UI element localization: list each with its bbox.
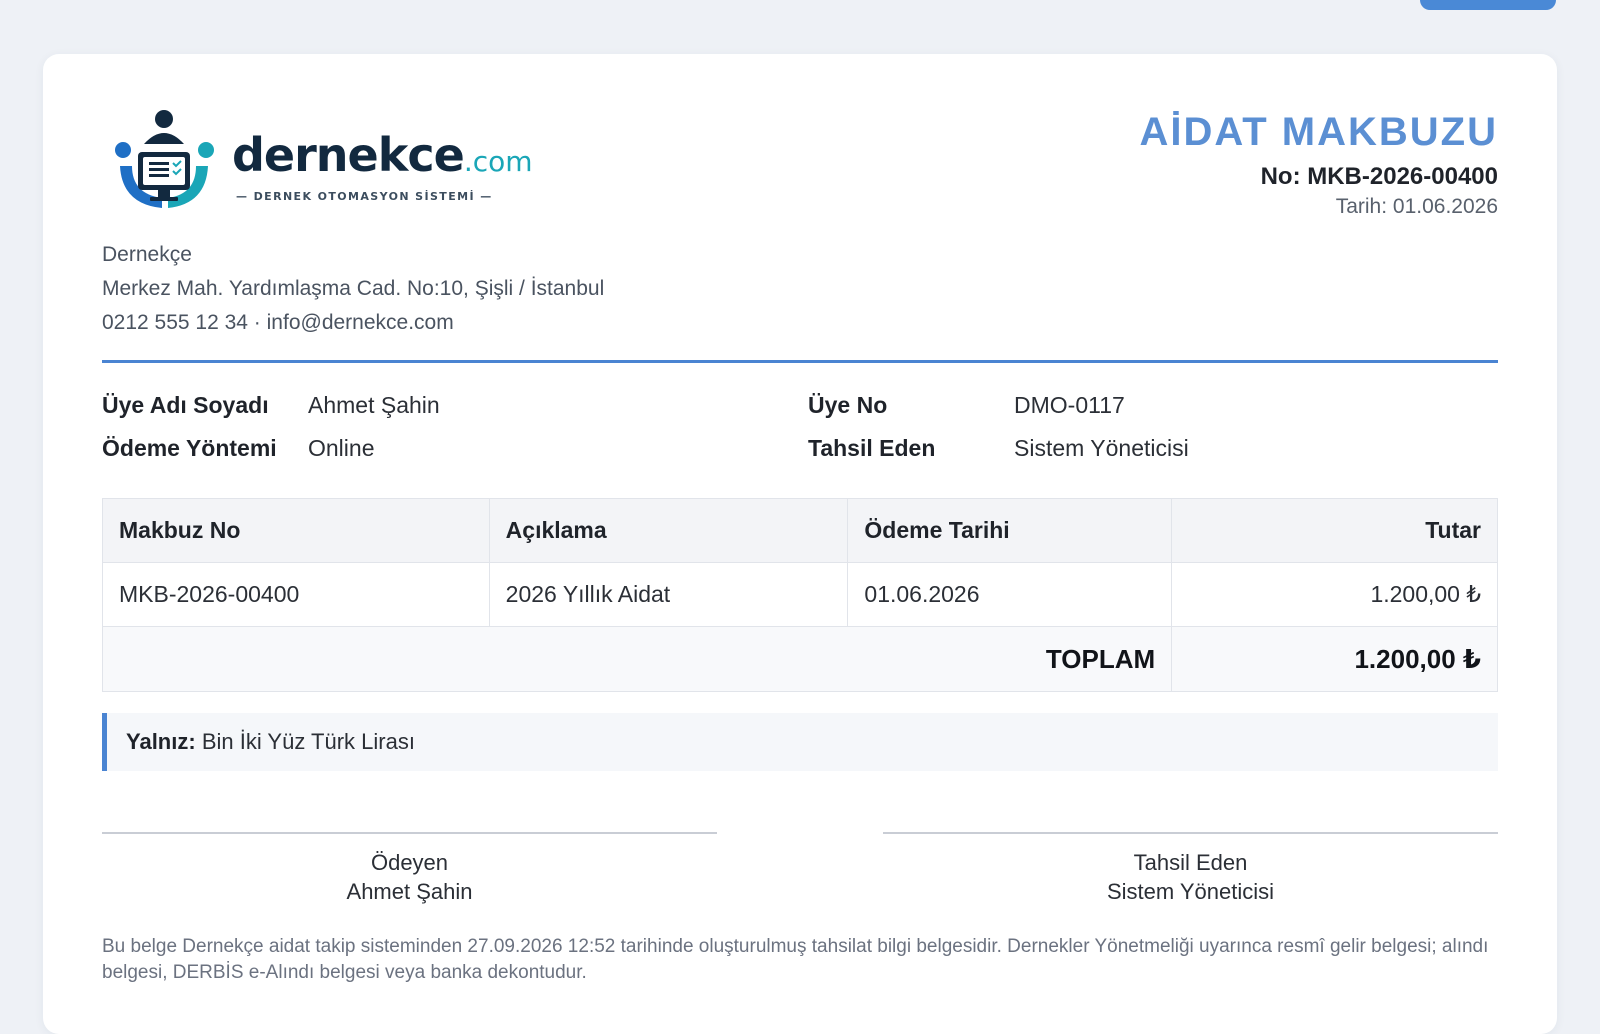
column-header-payment-date: Ödeme Tarihi — [847, 498, 1173, 563]
table-header-row: Makbuz No Açıklama Ödeme Tarihi Tutar — [102, 498, 1498, 563]
column-header-amount: Tutar — [1171, 498, 1498, 563]
amount-in-words-label: Yalnız: — [126, 729, 196, 754]
collector-signature: Tahsil Eden Sistem Yöneticisi — [883, 832, 1498, 906]
cell-amount: 1.200,00 ₺ — [1171, 562, 1498, 627]
legal-footnote: Bu belge Dernekçe aidat takip sisteminde… — [102, 936, 1489, 983]
table-row: MKB-2026-00400 2026 Yıllık Aidat 01.06.2… — [102, 562, 1498, 627]
payer-signature-line — [102, 832, 717, 834]
payment-method-label: Ödeme Yöntemi — [102, 435, 277, 461]
brand-tagline: — DERNEK OTOMASYON SİSTEMİ — — [236, 190, 493, 203]
total-value: 1.200,00 ₺ — [1171, 626, 1498, 692]
logo-emblem-icon — [115, 110, 214, 208]
receipt-header: AİDAT MAKBUZU No: MKB-2026-00400 Tarih: … — [1139, 108, 1498, 222]
brand-wordmark: dernekce.com — [232, 128, 533, 182]
print-button[interactable] — [1420, 0, 1556, 10]
collector-role: Tahsil Eden — [1133, 850, 1248, 875]
total-row: TOPLAM 1.200,00 ₺ — [101, 626, 1498, 692]
member-no-value: DMO-0117 — [1014, 392, 1125, 418]
collector-label: Tahsil Eden — [808, 435, 936, 461]
member-no-label: Üye No — [808, 392, 888, 418]
organization-details: Dernekçe Merkez Mah. Yardımlaşma Cad. No… — [102, 238, 604, 340]
cell-receipt-no: MKB-2026-00400 — [102, 562, 490, 627]
amount-in-words-value: Bin İki Yüz Türk Lirası — [201, 729, 415, 754]
payer-signature: Ödeyen Ahmet Şahin — [102, 832, 717, 906]
column-header-description: Açıklama — [488, 498, 849, 563]
payer-role: Ödeyen — [370, 850, 449, 875]
receipt-card: dernekce.com — DERNEK OTOMASYON SİSTEMİ … — [43, 54, 1557, 1034]
total-label: TOPLAM — [101, 626, 1173, 692]
brand-logo: dernekce.com — DERNEK OTOMASYON SİSTEMİ … — [110, 108, 533, 218]
receipt-number: No: MKB-2026-00400 — [1260, 163, 1498, 190]
organization-name: Dernekçe — [102, 243, 192, 266]
cell-description: 2026 Yıllık Aidat — [488, 562, 849, 627]
member-name-label: Üye Adı Soyadı — [102, 392, 269, 418]
collector-name: Sistem Yöneticisi — [1106, 879, 1275, 904]
organization-address: Merkez Mah. Yardımlaşma Cad. No:10, Şişl… — [102, 277, 605, 300]
member-name-value: Ahmet Şahin — [308, 392, 440, 418]
payer-name: Ahmet Şahin — [346, 879, 473, 904]
payment-table: Makbuz No Açıklama Ödeme Tarihi Tutar MK… — [101, 498, 1498, 692]
receipt-title: AİDAT MAKBUZU — [1139, 110, 1498, 154]
column-header-receipt-no: Makbuz No — [102, 498, 490, 563]
collector-value: Sistem Yöneticisi — [1014, 435, 1189, 461]
amount-in-words: Yalnız: Bin İki Yüz Türk Lirası — [102, 713, 1498, 771]
cell-payment-date: 01.06.2026 — [847, 562, 1173, 627]
payment-method-value: Online — [308, 435, 375, 461]
header-divider — [102, 360, 1498, 363]
collector-signature-line — [883, 832, 1498, 834]
receipt-date: Tarih: 01.06.2026 — [1335, 195, 1498, 218]
organization-contact: 0212 555 12 34 · info@dernekce.com — [102, 311, 454, 334]
